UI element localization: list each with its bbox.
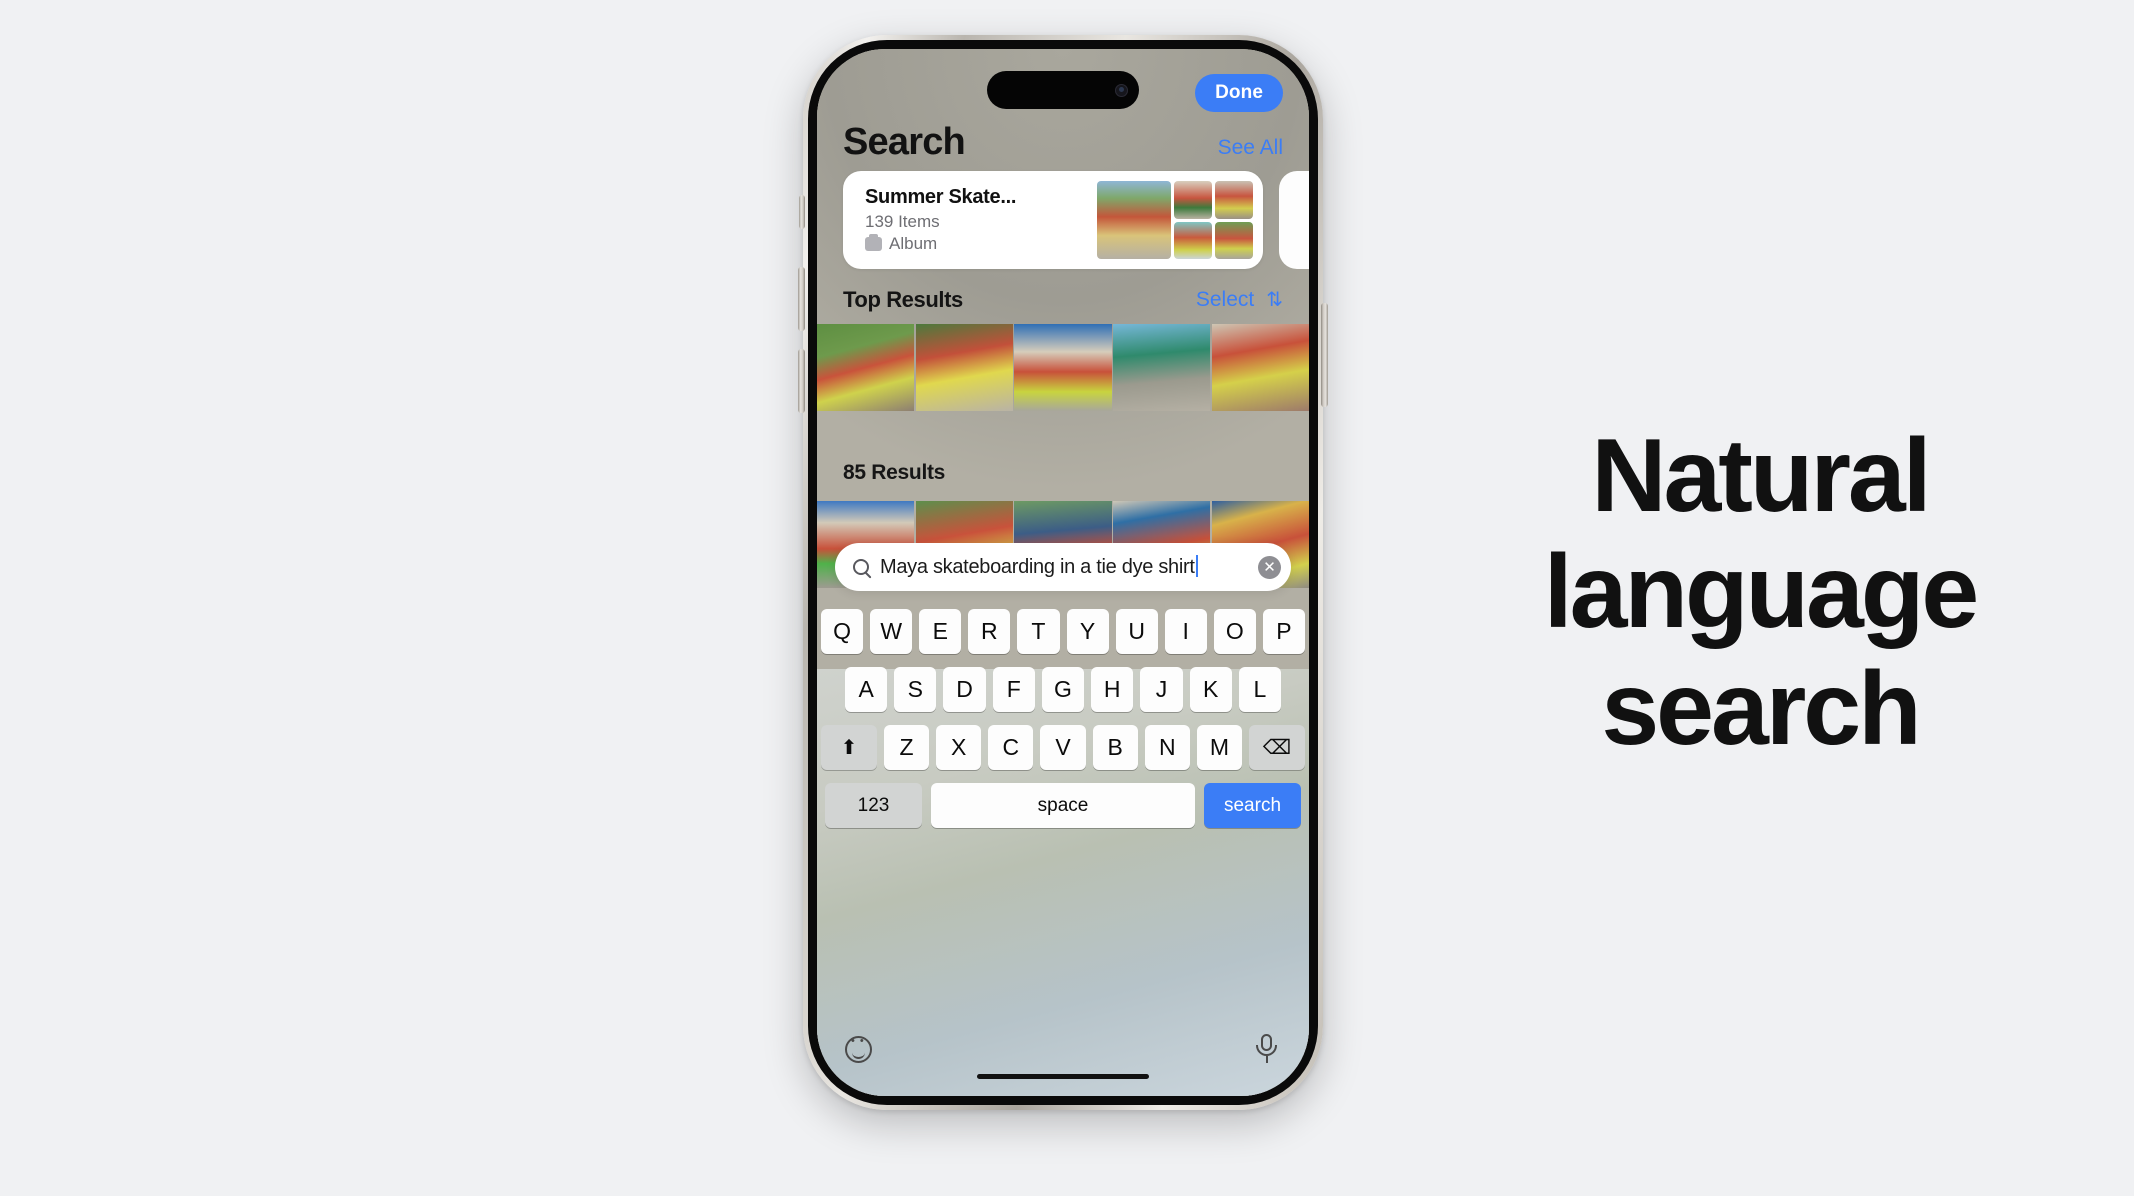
key-z[interactable]: Z bbox=[884, 725, 930, 770]
album-card-count: 139 Items bbox=[865, 212, 940, 231]
mute-switch-button[interactable] bbox=[799, 195, 805, 229]
volume-down-button[interactable] bbox=[798, 349, 805, 413]
album-card-title: Summer Skate... bbox=[865, 186, 1017, 208]
headline-line-1: Natural bbox=[1591, 418, 1931, 534]
key-p[interactable]: P bbox=[1262, 609, 1305, 654]
album-card-next-peek[interactable] bbox=[1279, 171, 1309, 269]
key-e[interactable]: E bbox=[919, 609, 962, 654]
key-x[interactable]: X bbox=[936, 725, 982, 770]
power-button[interactable] bbox=[1321, 303, 1328, 407]
key-v[interactable]: V bbox=[1040, 725, 1086, 770]
key-o[interactable]: O bbox=[1213, 609, 1256, 654]
key-j[interactable]: J bbox=[1140, 667, 1183, 712]
top-results-actions: Select ⇅ bbox=[1196, 288, 1283, 312]
done-button[interactable]: Done bbox=[1195, 74, 1283, 112]
album-card-carousel[interactable]: Summer Skate... 139 Items Album bbox=[817, 171, 1309, 269]
key-m[interactable]: M bbox=[1196, 725, 1242, 770]
keyboard-row-3: ⬆ Z X C V B N M ⌫ bbox=[821, 725, 1305, 770]
device-screen: Done Search See All Summer Skate... 139 … bbox=[817, 49, 1309, 1096]
emoji-icon[interactable] bbox=[845, 1035, 872, 1063]
key-i[interactable]: I bbox=[1164, 609, 1207, 654]
key-f[interactable]: F bbox=[992, 667, 1035, 712]
key-s[interactable]: S bbox=[894, 667, 937, 712]
key-w[interactable]: W bbox=[870, 609, 913, 654]
page-title: Search bbox=[843, 121, 966, 163]
numbers-key[interactable]: 123 bbox=[825, 783, 922, 828]
search-header-row: Search See All bbox=[817, 121, 1309, 164]
album-thumb-large bbox=[1097, 181, 1171, 259]
photo-cell[interactable] bbox=[817, 324, 915, 411]
album-card-kind-label: Album bbox=[889, 234, 938, 253]
keyboard-row-4: 123 space search bbox=[821, 783, 1305, 828]
iphone-device-mockup: Done Search See All Summer Skate... 139 … bbox=[798, 35, 1328, 1110]
delete-key-icon[interactable]: ⌫ bbox=[1248, 725, 1305, 770]
dynamic-island bbox=[987, 71, 1139, 109]
photo-cell[interactable] bbox=[915, 324, 1013, 411]
sort-icon[interactable]: ⇅ bbox=[1266, 290, 1283, 310]
key-d[interactable]: D bbox=[943, 667, 986, 712]
album-thumb-small bbox=[1215, 221, 1253, 259]
microphone-icon[interactable] bbox=[1253, 1034, 1279, 1064]
slide-headline: Natural language search bbox=[1480, 418, 2040, 767]
photos-app-search-screen: Done Search See All Summer Skate... 139 … bbox=[817, 49, 1309, 1096]
key-h[interactable]: H bbox=[1091, 667, 1134, 712]
key-n[interactable]: N bbox=[1144, 725, 1190, 770]
slide-canvas: Done Search See All Summer Skate... 139 … bbox=[0, 0, 2134, 1196]
search-icon bbox=[853, 559, 869, 575]
key-k[interactable]: K bbox=[1189, 667, 1232, 712]
key-g[interactable]: G bbox=[1041, 667, 1085, 712]
section-title-top-results: Top Results bbox=[843, 287, 963, 312]
keyboard-row-1: Q W E R T Y U I O P bbox=[821, 609, 1305, 654]
key-b[interactable]: B bbox=[1092, 725, 1138, 770]
photo-cell[interactable] bbox=[1211, 324, 1309, 411]
shift-key-icon[interactable]: ⬆ bbox=[821, 725, 877, 770]
key-a[interactable]: A bbox=[845, 667, 888, 712]
album-card-text: Summer Skate... 139 Items Album bbox=[843, 186, 1097, 254]
key-l[interactable]: L bbox=[1238, 667, 1281, 712]
key-u[interactable]: U bbox=[1115, 609, 1158, 654]
album-thumb-small bbox=[1174, 181, 1212, 219]
text-cursor bbox=[1195, 555, 1198, 577]
clear-search-button[interactable]: ✕ bbox=[1258, 555, 1281, 579]
keyboard-row-2: A S D F G H J K L bbox=[821, 667, 1305, 712]
space-key[interactable]: space bbox=[931, 783, 1195, 828]
key-y[interactable]: Y bbox=[1066, 609, 1109, 654]
key-t[interactable]: T bbox=[1017, 609, 1060, 654]
see-all-link[interactable]: See All bbox=[1218, 136, 1283, 160]
results-count-label: 85 Results bbox=[843, 461, 946, 484]
select-link[interactable]: Select bbox=[1196, 288, 1254, 312]
key-q[interactable]: Q bbox=[821, 609, 864, 654]
album-card-kind: Album bbox=[865, 234, 1097, 254]
album-thumb-small bbox=[1215, 181, 1253, 219]
album-thumb-small bbox=[1174, 221, 1212, 259]
album-card-thumbnails bbox=[1097, 181, 1263, 259]
home-indicator[interactable] bbox=[977, 1073, 1149, 1079]
search-input-value[interactable]: Maya skateboarding in a tie dye shirt bbox=[880, 555, 1258, 579]
photo-cell[interactable] bbox=[1113, 324, 1211, 411]
front-camera-icon bbox=[1115, 83, 1128, 97]
album-thumb-column-a bbox=[1174, 181, 1212, 259]
photo-cell[interactable] bbox=[1014, 324, 1112, 411]
headline-line-3: search bbox=[1601, 650, 1921, 767]
keyboard-bottom-bar bbox=[817, 1022, 1309, 1096]
onscreen-keyboard: Q W E R T Y U I O P A S D F G H J K L ⬆ … bbox=[817, 601, 1309, 1096]
album-thumb-column-b bbox=[1215, 181, 1253, 259]
key-c[interactable]: C bbox=[988, 725, 1034, 770]
search-field[interactable]: Maya skateboarding in a tie dye shirt ✕ bbox=[835, 543, 1291, 591]
top-results-grid-row-1 bbox=[817, 324, 1309, 411]
key-r[interactable]: R bbox=[968, 609, 1011, 654]
search-return-key[interactable]: search bbox=[1204, 783, 1301, 828]
headline-line-2: language bbox=[1543, 534, 1980, 651]
album-stack-icon bbox=[865, 234, 882, 251]
volume-up-button[interactable] bbox=[798, 267, 805, 331]
top-results-header: Top Results Select ⇅ bbox=[817, 287, 1309, 313]
album-card[interactable]: Summer Skate... 139 Items Album bbox=[843, 171, 1263, 269]
